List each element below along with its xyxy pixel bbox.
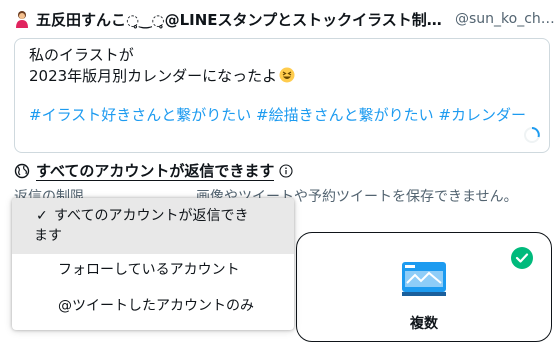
checkmark-icon: ✓: [36, 208, 48, 224]
reply-options-dropdown: ✓ すべてのアカウントが返信でき ます フォローしているアカウント @ツイートし…: [12, 198, 294, 330]
option-card-multiple[interactable]: 複数: [296, 232, 552, 342]
author-name[interactable]: 五反田すんこ◌̥‿◌̥@LINEスタンプとストックイラスト制…: [36, 9, 442, 30]
menu-item-label: すべてのアカウントが返信でき: [54, 208, 249, 224]
check-circle-icon: [511, 247, 533, 269]
tweet-header: 五反田すんこ◌̥‿◌̥@LINEスタンプとストックイラスト制… @sun_ko_…: [14, 6, 555, 32]
author-handle[interactable]: @sun_ko_ch…: [455, 11, 555, 27]
menu-item-label-continued: ます: [34, 228, 62, 244]
tweet-text-line: 私のイラストが: [29, 46, 134, 64]
character-count-icon: [524, 127, 540, 143]
tweet-composer[interactable]: 私のイラストが 2023年版月別カレンダーになったよ #イラスト好きさんと繋がり…: [14, 38, 550, 153]
info-icon[interactable]: [279, 164, 293, 178]
globe-icon: [14, 163, 30, 179]
menu-item-following[interactable]: フォローしているアカウント: [12, 260, 294, 282]
reply-setting-label[interactable]: すべてのアカウントが返信できます: [36, 162, 275, 181]
grinning-squint-emoji-icon: [279, 67, 295, 83]
tweet-text: 2023年版月別カレンダーになったよ: [29, 67, 278, 85]
calendar-stack-icon: [402, 262, 446, 296]
menu-item-everyone[interactable]: ✓ すべてのアカウントが返信でき ます: [12, 198, 294, 254]
hashtags[interactable]: #イラスト好きさんと繋がりたい #絵描きさんと繋がりたい #カレンダー: [29, 104, 526, 125]
menu-item-mentioned-only[interactable]: @ツイートしたアカウントのみ: [12, 296, 294, 318]
tweet-text-line: 2023年版月別カレンダーになったよ: [29, 66, 295, 86]
card-label: 複数: [410, 316, 438, 332]
reply-setting[interactable]: すべてのアカウントが返信できます: [14, 160, 293, 182]
person-emoji-icon: [16, 11, 28, 28]
